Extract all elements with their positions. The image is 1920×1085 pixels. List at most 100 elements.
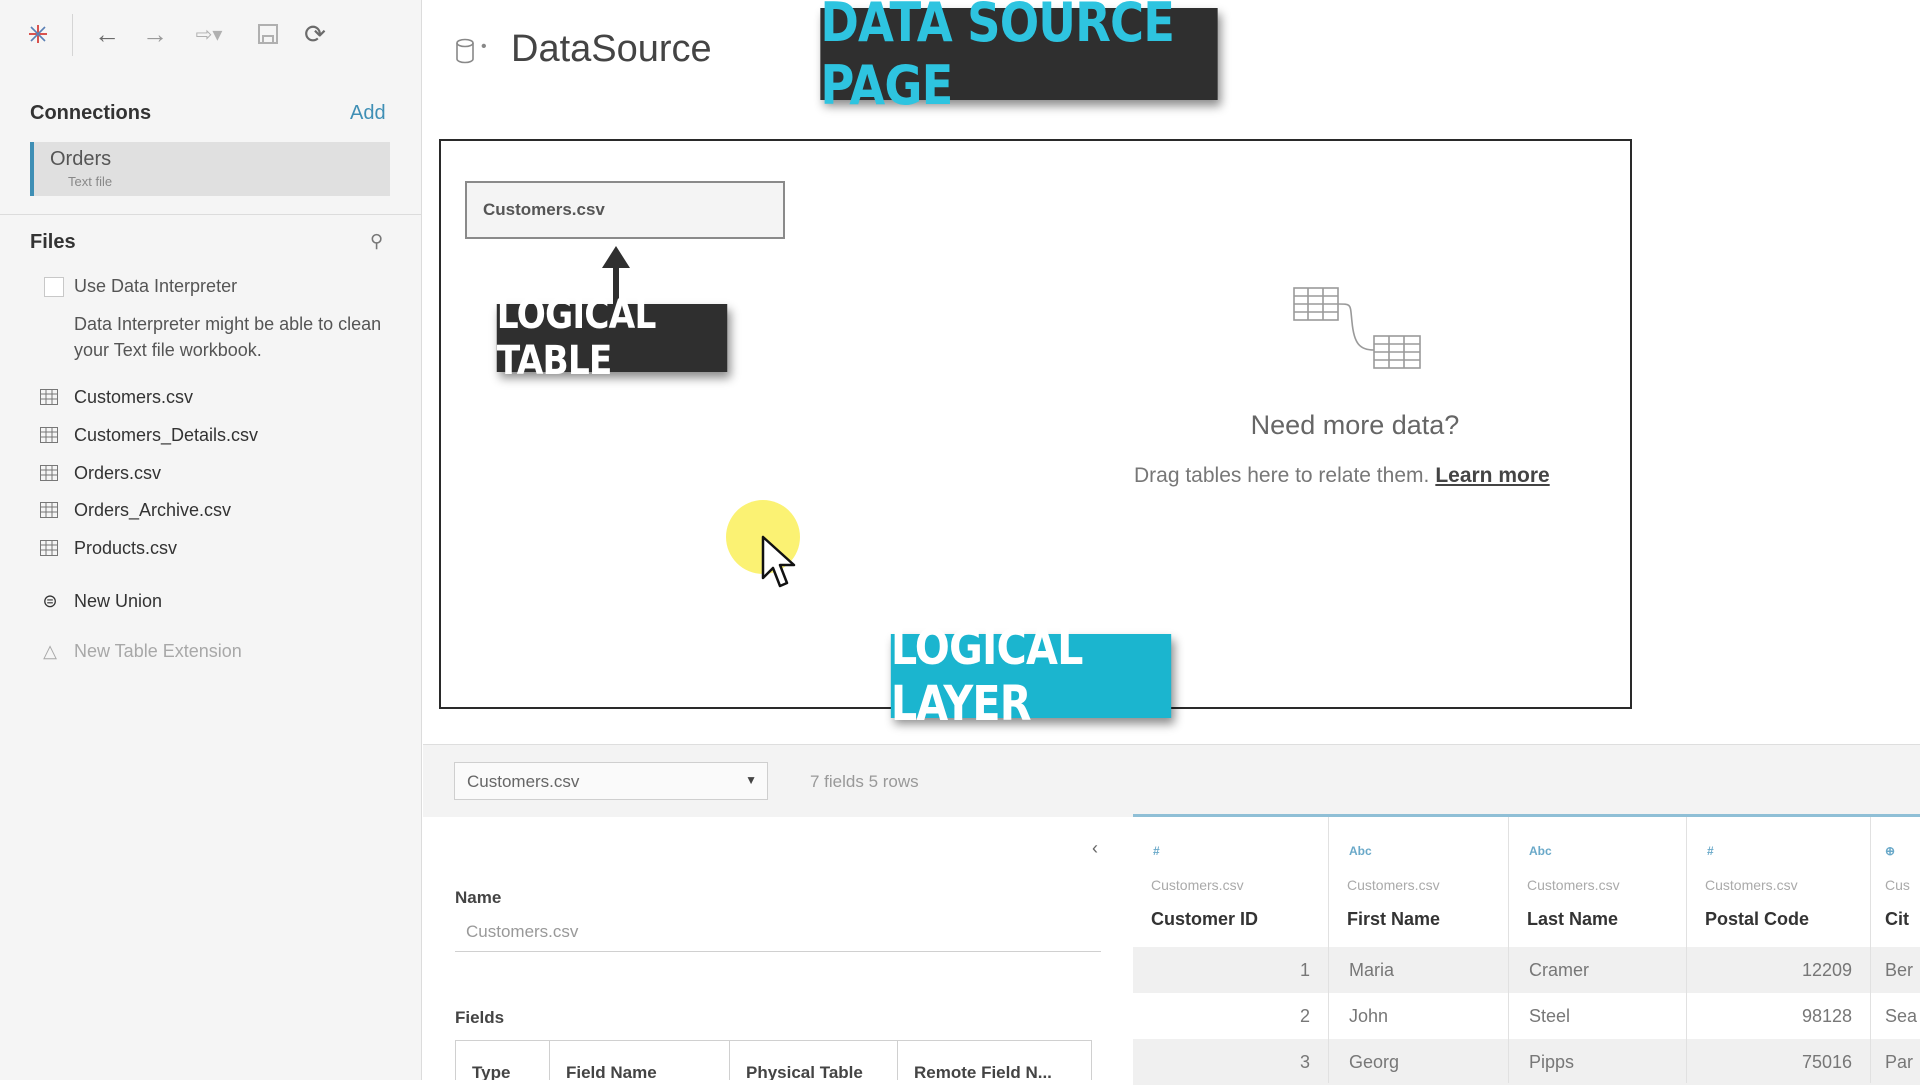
logical-table-card[interactable]: Customers.csv	[465, 181, 785, 239]
forward-arrow-icon[interactable]: →	[139, 18, 171, 50]
table-cell[interactable]: 2	[1300, 1006, 1310, 1027]
connection-item-orders[interactable]: Orders Text file	[30, 142, 390, 196]
extension-icon: △	[43, 641, 57, 661]
number-type-icon[interactable]: #	[1707, 844, 1714, 858]
table-icon	[40, 540, 58, 556]
drag-tables-text: Drag tables here to relate them.	[1134, 464, 1430, 487]
column-header[interactable]: Customer ID	[1151, 909, 1258, 930]
collapse-panel-icon[interactable]: ‹	[1092, 838, 1098, 859]
file-item[interactable]: Orders_Archive.csv	[40, 495, 380, 525]
logical-layer-callout: LOGICAL LAYER	[890, 620, 1172, 732]
table-cell[interactable]: 1	[1300, 960, 1310, 981]
table-icon	[40, 427, 58, 443]
table-icon	[40, 465, 58, 481]
new-union-label: New Union	[74, 591, 163, 611]
connection-name: Orders	[50, 148, 112, 170]
toolbar: ← → ⇨▾ ⟳	[0, 0, 422, 70]
fields-header-field-name[interactable]: Field Name	[550, 1041, 730, 1080]
fields-header-physical-table[interactable]: Physical Table	[730, 1041, 898, 1080]
need-more-data-heading: Need more data?	[1250, 410, 1460, 440]
refresh-icon[interactable]: ⟳	[299, 18, 331, 50]
save-icon[interactable]	[252, 18, 284, 50]
fields-header-remote-field[interactable]: Remote Field N...	[898, 1041, 1091, 1080]
table-cell[interactable]: Par	[1885, 1052, 1913, 1073]
file-label: Customers.csv	[74, 386, 194, 407]
column-header[interactable]: First Name	[1347, 909, 1440, 930]
datasource-icon[interactable]	[455, 38, 475, 64]
datasource-title[interactable]: DataSource	[511, 28, 712, 71]
fields-rows-count: 7 fields 5 rows	[810, 772, 919, 791]
files-title: Files	[30, 231, 76, 253]
union-icon: ⊜	[42, 591, 58, 611]
drag-tables-hint: Drag tables here to relate them. Learn mo…	[1134, 464, 1550, 488]
back-arrow-icon[interactable]: ←	[91, 18, 123, 50]
table-cell[interactable]: 98128	[1802, 1006, 1852, 1027]
file-label: Orders.csv	[74, 462, 162, 483]
table-cell[interactable]: 12209	[1802, 960, 1852, 981]
column-city[interactable]: ⊕ Cus Cit Ber Sea Par	[1871, 817, 1920, 1083]
table-cell[interactable]: Cramer	[1529, 960, 1589, 981]
column-customer-id[interactable]: # Customers.csv Customer ID 1 2 3	[1133, 817, 1329, 1083]
file-item[interactable]: Customers.csv	[40, 382, 380, 412]
column-first-name[interactable]: Abc Customers.csv First Name Maria John …	[1329, 817, 1509, 1083]
string-type-icon[interactable]: Abc	[1529, 844, 1552, 858]
redirect-dropdown-icon[interactable]: ⇨▾	[188, 18, 230, 50]
globe-type-icon[interactable]: ⊕	[1885, 844, 1895, 858]
column-header[interactable]: Cit	[1885, 909, 1909, 930]
add-connection-link[interactable]: Add	[350, 102, 386, 125]
column-last-name[interactable]: Abc Customers.csv Last Name Cramer Steel…	[1509, 817, 1687, 1083]
search-icon[interactable]: ⚲	[370, 231, 383, 252]
file-item[interactable]: Customers_Details.csv	[40, 420, 380, 450]
column-postal-code[interactable]: # Customers.csv Postal Code 12209 98128 …	[1687, 817, 1871, 1083]
new-union-item[interactable]: ⊜ New Union	[40, 591, 162, 612]
use-data-interpreter-checkbox[interactable]	[44, 277, 64, 297]
table-cell[interactable]: Steel	[1529, 1006, 1570, 1027]
file-label: Orders_Archive.csv	[74, 499, 232, 520]
table-cell[interactable]: 75016	[1802, 1052, 1852, 1073]
data-pane: ← → ⇨▾ ⟳ Connections Add Orders Text fil…	[0, 0, 422, 1080]
tableau-logo-icon[interactable]	[22, 18, 54, 50]
section-divider	[0, 214, 422, 215]
name-field-underline	[455, 951, 1101, 952]
column-header[interactable]: Postal Code	[1705, 909, 1809, 930]
datasource-dropdown-icon[interactable]: •	[481, 38, 487, 56]
table-select-dropdown[interactable]: Customers.csv ▼	[454, 762, 768, 800]
column-source: Customers.csv	[1527, 877, 1620, 893]
file-label: Customers_Details.csv	[74, 424, 259, 445]
file-item[interactable]: Products.csv	[40, 533, 380, 563]
learn-more-link[interactable]: Learn more	[1435, 464, 1549, 487]
table-cell[interactable]: Georg	[1349, 1052, 1399, 1073]
table-cell[interactable]: John	[1349, 1006, 1388, 1027]
fields-label: Fields	[455, 1008, 505, 1027]
column-source: Cus	[1885, 877, 1910, 893]
chevron-down-icon: ▼	[745, 773, 757, 787]
column-header[interactable]: Last Name	[1527, 909, 1618, 930]
string-type-icon[interactable]: Abc	[1349, 844, 1372, 858]
name-label: Name	[455, 888, 502, 907]
new-table-extension-label: New Table Extension	[74, 641, 242, 661]
table-cell[interactable]: Sea	[1885, 1006, 1917, 1027]
table-cell[interactable]: Pipps	[1529, 1052, 1574, 1073]
fields-header-type[interactable]: Type	[456, 1041, 550, 1080]
new-table-extension-item[interactable]: △ New Table Extension	[40, 641, 242, 662]
name-field[interactable]: Customers.csv	[466, 922, 578, 942]
table-cell[interactable]: Maria	[1349, 960, 1394, 981]
table-cell[interactable]: Ber	[1885, 960, 1913, 981]
relate-tables-icon	[1293, 287, 1421, 369]
table-cell[interactable]: 3	[1300, 1052, 1310, 1073]
column-source: Customers.csv	[1151, 877, 1244, 893]
data-grid: # Customers.csv Customer ID 1 2 3 Abc Cu…	[1133, 814, 1920, 1085]
fields-table-header: Type Field Name Physical Table Remote Fi…	[455, 1040, 1092, 1080]
connections-title: Connections	[30, 102, 152, 124]
logical-table-callout: LOGICAL TABLE	[496, 292, 728, 384]
connection-type: Text file	[68, 174, 113, 189]
data-interpreter-description: Data Interpreter might be able to clean …	[74, 314, 382, 360]
table-select-value: Customers.csv	[467, 772, 580, 791]
column-source: Customers.csv	[1705, 877, 1798, 893]
logical-table-name: Customers.csv	[483, 200, 605, 219]
file-label: Products.csv	[74, 537, 178, 558]
file-item[interactable]: Orders.csv	[40, 458, 380, 488]
column-source: Customers.csv	[1347, 877, 1440, 893]
number-type-icon[interactable]: #	[1153, 844, 1160, 858]
toolbar-separator	[72, 14, 73, 56]
